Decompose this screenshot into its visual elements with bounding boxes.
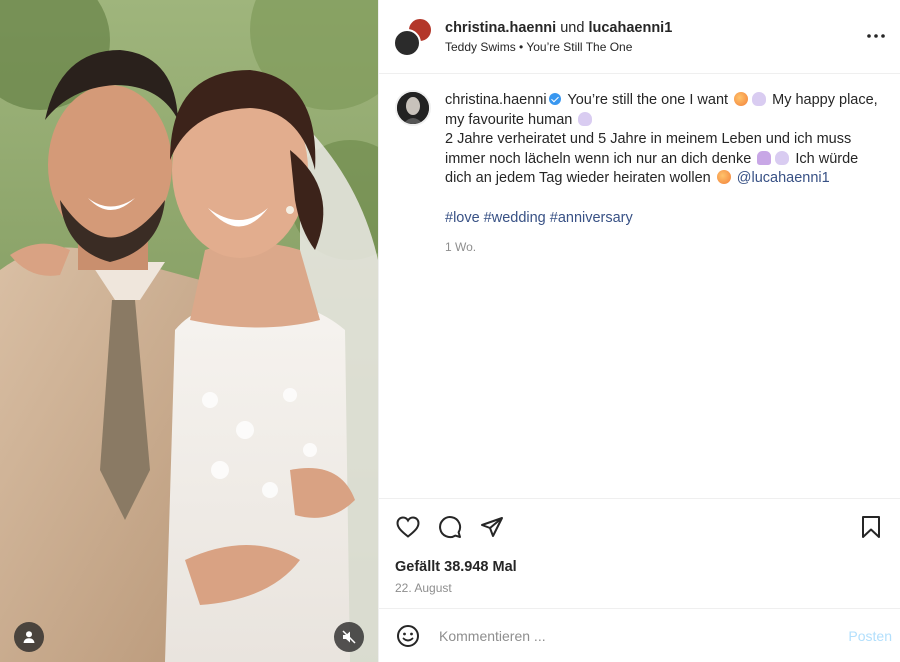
mention-link[interactable]: @lucahaenni1 [737,170,830,186]
collab-avatars[interactable] [393,16,433,57]
hashtag-link[interactable]: #anniversary [550,210,633,226]
heart-icon [396,516,420,538]
avatar[interactable] [395,90,431,126]
avatar[interactable] [393,28,421,57]
username-link[interactable]: christina.haenni [445,20,556,36]
collab-names: christina.haenni und lucahaenni1 [445,20,672,36]
more-horizontal-icon [867,34,885,38]
share-button[interactable] [479,514,505,540]
header-text: christina.haenni und lucahaenni1 Teddy S… [445,20,672,54]
caption-text: christina.haenni You’re still the one I … [445,90,884,258]
send-icon [481,517,503,537]
post-details-panel: christina.haenni und lucahaenni1 Teddy S… [378,0,900,662]
audio-link[interactable]: Teddy Swims • You’re Still The One [445,40,672,54]
caption-line: You’re still the one I want [567,92,729,108]
connector-text: und [560,19,585,36]
post-header: christina.haenni und lucahaenni1 Teddy S… [379,0,900,74]
heart-emoji-icon [752,92,767,106]
caption-line: 2 Jahre verheiratet und 5 Jahre in meine… [445,131,852,167]
actions-area: Gefällt 38.948 Mal 22. August [379,498,900,608]
hashtag-link[interactable]: #love [445,210,480,226]
post-date[interactable]: 22. August [395,581,884,595]
heart-emoji-icon [578,111,593,126]
caption-row: christina.haenni You’re still the one I … [395,90,884,258]
post-comment-button[interactable]: Posten [840,628,892,644]
more-options-button[interactable] [864,26,888,46]
profile-picture [397,92,429,124]
comment-bar: Posten [379,608,900,662]
post-video[interactable] [0,0,378,662]
hashtag-link[interactable]: #wedding [484,210,546,226]
emoji-picker-button[interactable] [395,623,421,649]
bookmark-icon [862,516,880,538]
post-age[interactable]: 1 Wo. [445,238,884,258]
smiley-icon [397,624,419,647]
likes-count[interactable]: Gefällt 38.948 Mal [395,559,884,575]
save-button[interactable] [858,514,884,540]
hands-emoji-icon [757,150,772,165]
speaker-muted-icon [342,630,356,644]
caption-area: christina.haenni You’re still the one I … [379,74,900,498]
comment-icon [439,516,462,539]
comment-input[interactable] [437,626,841,645]
emoji-icon [734,92,749,106]
wedding-photo [0,0,378,662]
hashtags: #love #wedding #anniversary [445,209,884,229]
action-bar [395,513,884,541]
user-icon [23,631,35,643]
verified-badge-icon [548,93,561,105]
emoji-icon [716,170,731,184]
caption-username[interactable]: christina.haenni [445,92,547,108]
comment-button[interactable] [437,514,463,540]
mute-button[interactable] [334,622,364,652]
tagged-users-button[interactable] [14,622,44,652]
username-link[interactable]: lucahaenni1 [588,20,672,36]
instagram-post-embed: christina.haenni und lucahaenni1 Teddy S… [0,0,900,662]
like-button[interactable] [395,514,421,540]
heart-emoji-icon [775,150,790,165]
